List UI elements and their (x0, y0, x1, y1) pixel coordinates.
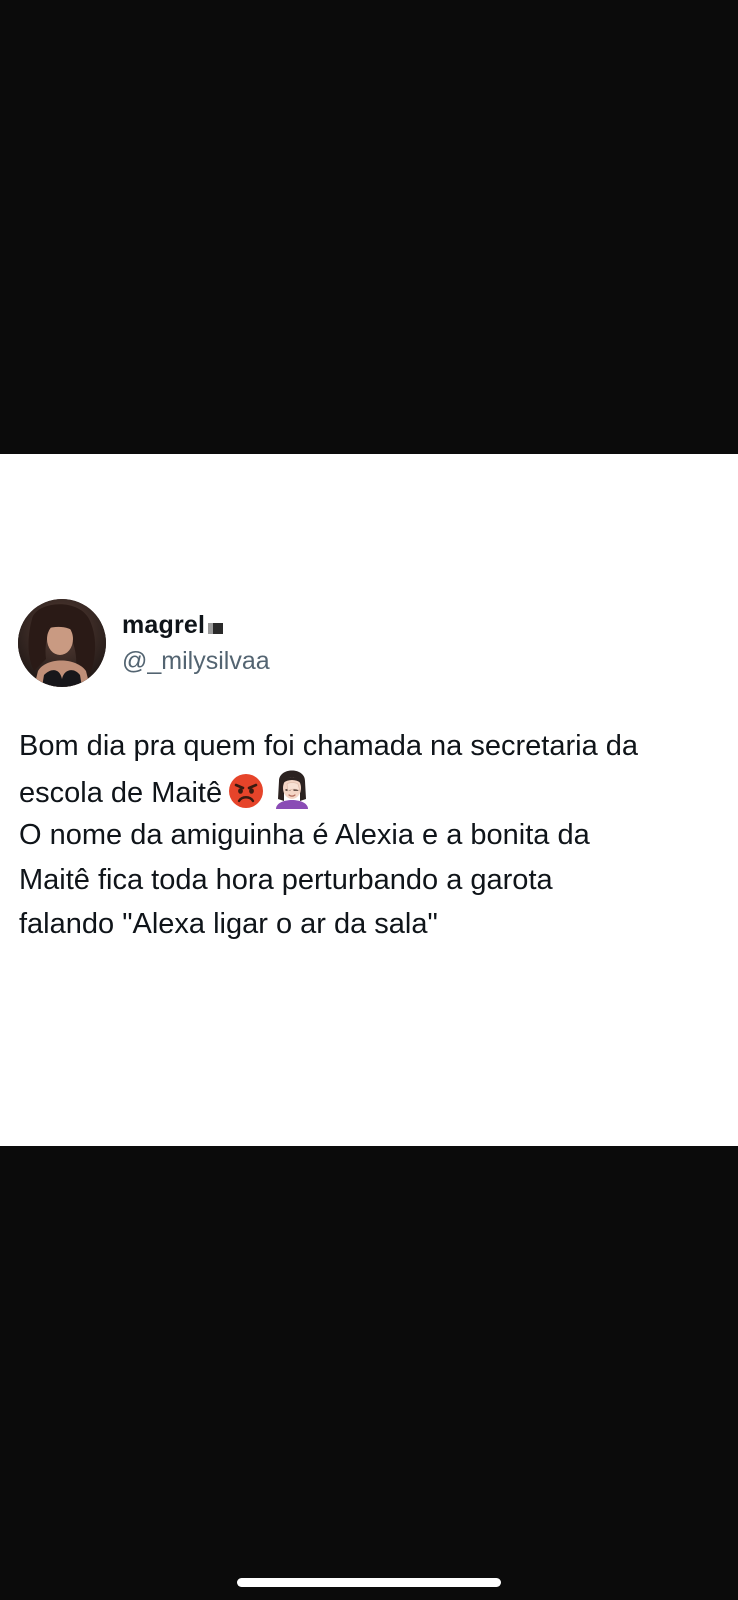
home-indicator[interactable] (237, 1578, 501, 1587)
tweet-text: Bom dia pra quem foi chamada na secretar… (19, 724, 729, 947)
tweet-text-line-2-text: escola de Maitê (19, 776, 223, 809)
tweet-text-line-3: O nome da amiguinha é Alexia e a bonita … (19, 819, 590, 851)
handle[interactable]: @_milysilvaa (122, 647, 270, 676)
tweet-text-line-4: Maitê fica toda hora perturbando a garot… (19, 863, 553, 896)
tweet-text-line-1: Bom dia pra quem foi chamada na secretar… (19, 730, 639, 762)
display-name[interactable]: magrel (122, 611, 205, 640)
tweet-card: magrel @_milysilvaa Bom dia pra quem foi… (0, 454, 738, 1146)
avatar[interactable] (18, 599, 106, 687)
screen: magrel @_milysilvaa Bom dia pra quem foi… (0, 0, 738, 1600)
avatar-photo (18, 599, 106, 687)
tweet-text-line-5: falando "Alexa ligar o ar da sala" (19, 908, 438, 940)
censored-character (208, 622, 224, 634)
tweet-text-line-2: escola de Maitê (19, 769, 729, 814)
display-name-row: magrel (122, 608, 224, 642)
